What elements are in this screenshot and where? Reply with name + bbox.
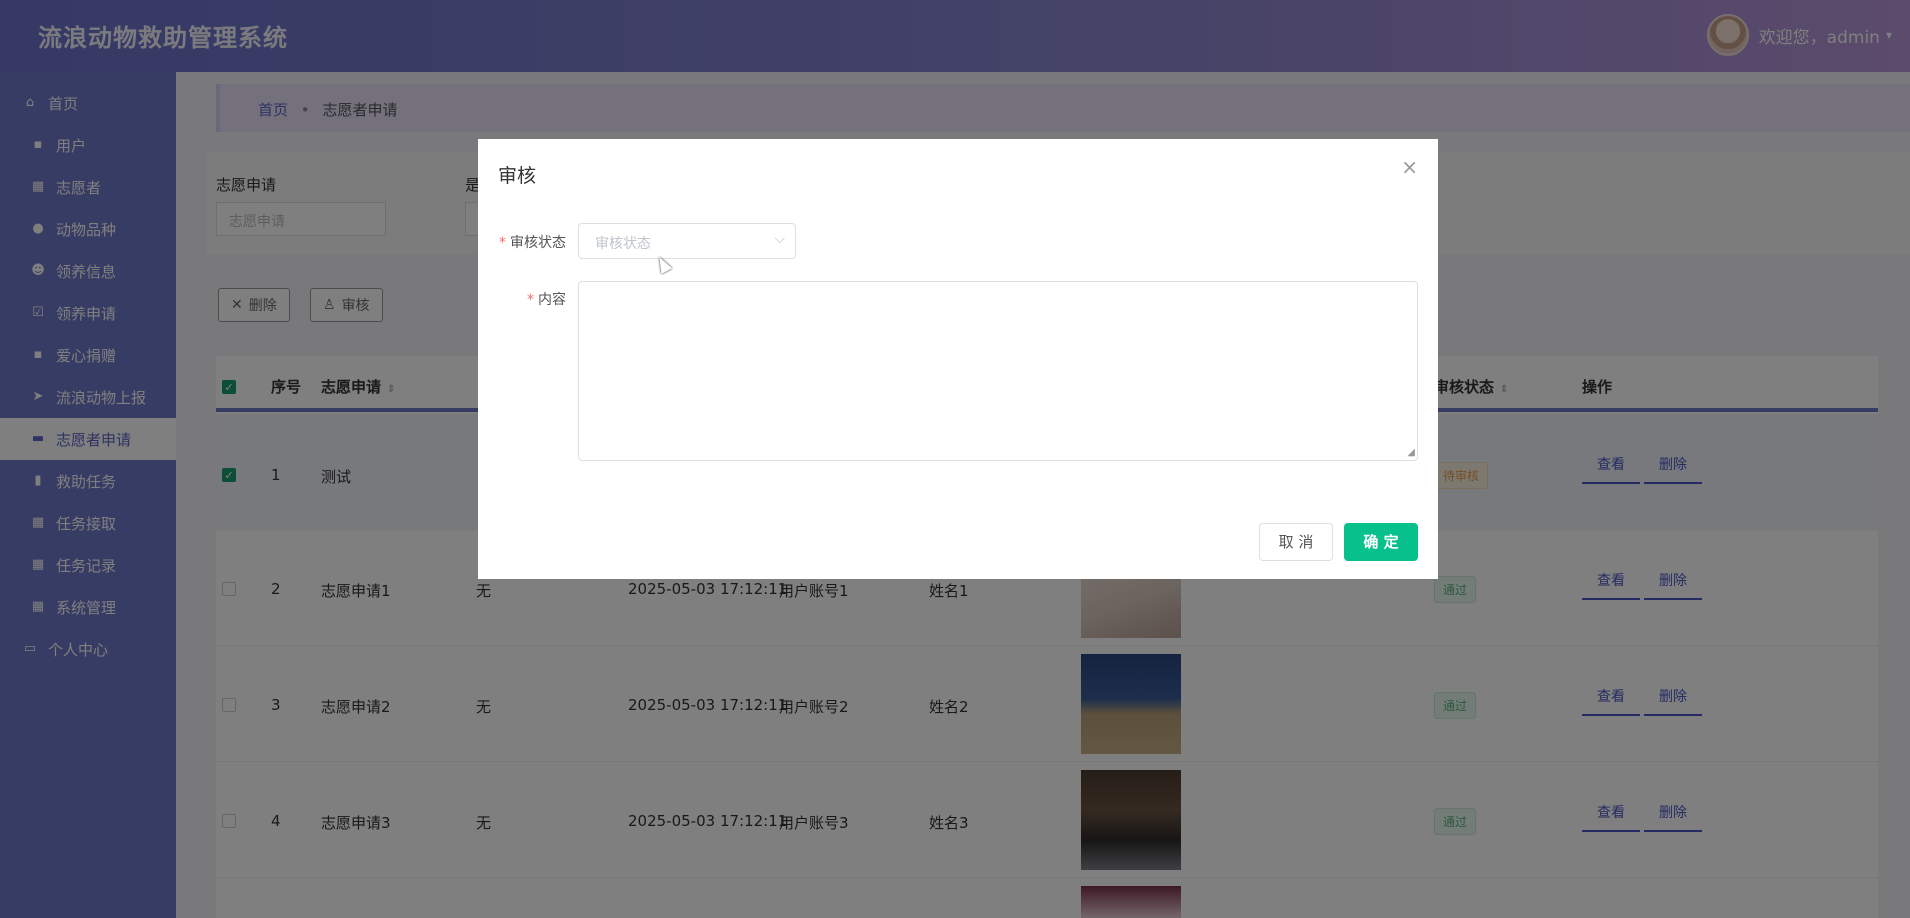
status-field-label: * 审核状态 bbox=[498, 232, 566, 252]
resize-handle-icon[interactable]: ◢ bbox=[1407, 447, 1415, 458]
content-label-text: 内容 bbox=[538, 292, 566, 308]
content-field-label: * 内容 bbox=[498, 289, 566, 309]
status-select[interactable]: 审核状态 ⌵ bbox=[578, 223, 796, 259]
required-mark: * bbox=[499, 235, 506, 251]
status-label-text: 审核状态 bbox=[510, 235, 566, 251]
chevron-down-icon[interactable]: ⌵ bbox=[774, 231, 785, 247]
content-textarea[interactable]: ◢ bbox=[578, 281, 1418, 461]
cancel-button[interactable]: 取 消 bbox=[1259, 523, 1333, 561]
close-icon[interactable]: × bbox=[1401, 155, 1418, 179]
dialog-title: 审核 bbox=[498, 165, 537, 187]
required-mark: * bbox=[527, 292, 534, 308]
confirm-button[interactable]: 确 定 bbox=[1344, 523, 1418, 561]
status-select-placeholder: 审核状态 bbox=[595, 236, 651, 252]
audit-dialog: 审核 × * 审核状态 审核状态 ⌵ * 内容 ◢ 取 消 确 定 bbox=[478, 139, 1438, 579]
